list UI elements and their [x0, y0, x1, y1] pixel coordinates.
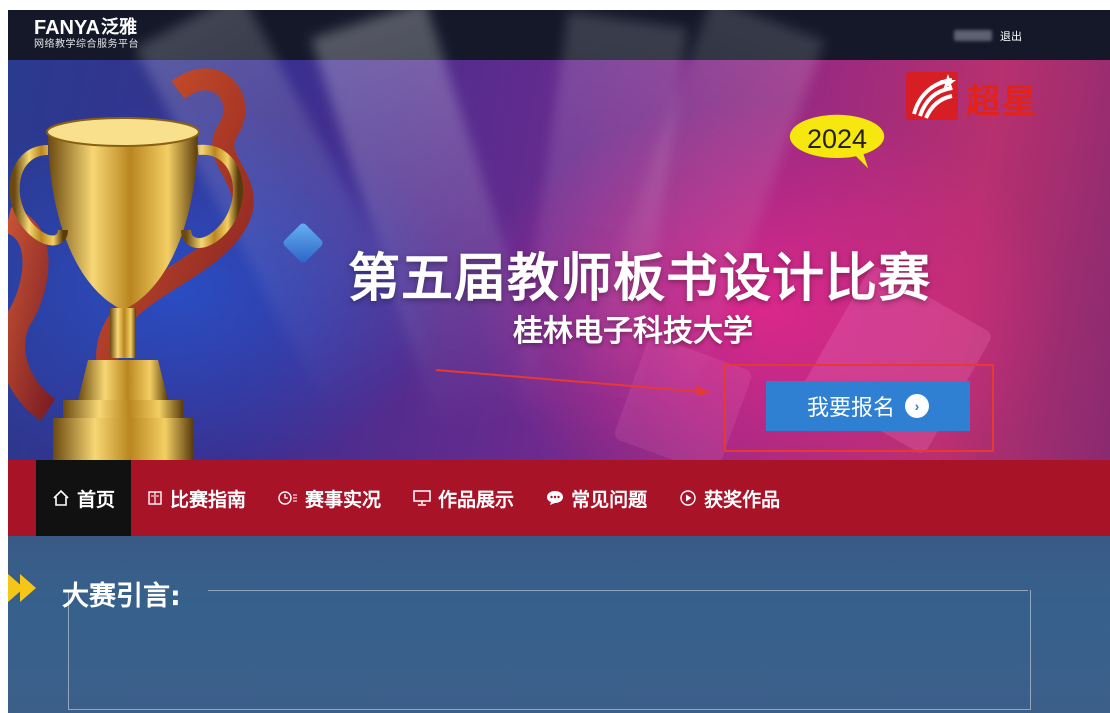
- competition-title: 第五届教师板书设计比赛: [348, 249, 932, 309]
- nav-label: 作品展示: [438, 488, 515, 511]
- year-label: 2024: [806, 124, 868, 154]
- clock-list-icon: [278, 490, 298, 506]
- nav-item-works[interactable]: 作品展示: [397, 460, 530, 536]
- nav-item-home[interactable]: 首页: [36, 460, 132, 536]
- nav-label: 赛事实况: [305, 488, 382, 511]
- monitor-icon: [413, 490, 431, 506]
- chat-bubble-icon: [546, 490, 564, 506]
- main-nav: 首页 比赛指南 赛事实况 作品展示 常见问题 获奖作品: [8, 460, 1110, 536]
- nav-item-live[interactable]: 赛事实况: [262, 460, 397, 536]
- university-name: 桂林电子科技大学: [513, 314, 753, 349]
- logout-link[interactable]: 退出: [1000, 28, 1022, 44]
- home-icon: [52, 489, 70, 507]
- chevron-right-circle-icon: ›: [905, 394, 929, 418]
- nav-item-awards[interactable]: 获奖作品: [663, 460, 796, 536]
- brand-chinese: 泛雅: [100, 17, 137, 38]
- trophy-image: [8, 68, 254, 460]
- signup-button[interactable]: 我要报名 ›: [766, 381, 970, 431]
- brand-logo[interactable]: FANYA 泛雅 网络教学综合服务平台: [34, 17, 139, 51]
- nav-label: 获奖作品: [704, 488, 781, 511]
- brand-name: FANYA 泛雅: [34, 17, 139, 39]
- nav-label: 比赛指南: [170, 488, 247, 511]
- page-frame: FANYA 泛雅 网络教学综合服务平台 退出 超星 2024 第五届教师板书设计…: [8, 10, 1110, 713]
- signup-label: 我要报名: [806, 395, 895, 420]
- intro-content-box: [68, 590, 1031, 710]
- brand-latin: FANYA: [34, 17, 100, 39]
- chaoxing-logo-text: 超星: [966, 82, 1038, 122]
- brand-tagline: 网络教学综合服务平台: [34, 39, 139, 50]
- user-name-redacted: [954, 30, 992, 41]
- hero-banner: 超星 2024 第五届教师板书设计比赛 桂林电子科技大学 我要报名 ›: [8, 10, 1110, 476]
- double-chevron-icon: [8, 574, 36, 602]
- nav-item-faq[interactable]: 常见问题: [530, 460, 663, 536]
- play-circle-icon: [679, 489, 697, 507]
- book-icon: [147, 490, 163, 506]
- nav-label: 常见问题: [571, 488, 648, 511]
- chaoxing-logo-icon: [906, 72, 958, 120]
- intro-section: 大赛引言:: [8, 536, 1110, 713]
- nav-label: 首页: [77, 488, 116, 511]
- nav-item-guide[interactable]: 比赛指南: [131, 460, 262, 536]
- annotation-arrow: [435, 369, 710, 396]
